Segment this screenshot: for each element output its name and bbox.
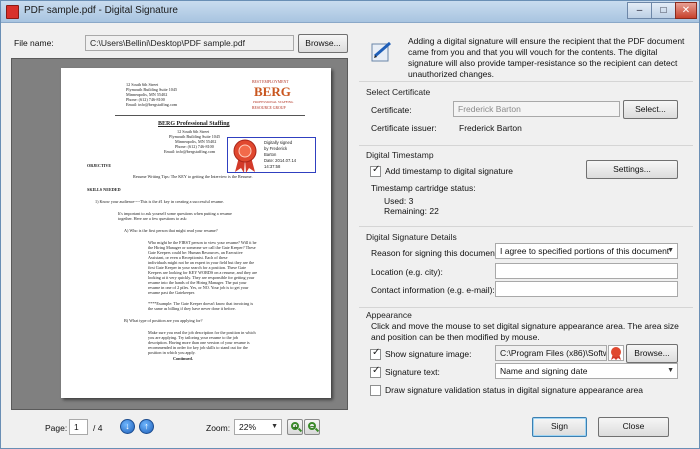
select-certificate-button[interactable]: Select... [623, 100, 678, 119]
page-total: / 4 [93, 423, 103, 433]
list-item: B) What type of position are you applyin… [124, 318, 203, 323]
divider [115, 115, 305, 116]
file-browse-button[interactable]: Browse... [298, 34, 348, 53]
digital-signature-window: PDF sample.pdf - Digital Signature – □ ✕… [0, 0, 700, 449]
draw-status-checkbox[interactable] [370, 385, 381, 396]
file-path-field[interactable]: C:\Users\Bellini\Desktop\PDF sample.pdf [85, 35, 294, 51]
signature-text-value: Name and signing date [500, 366, 588, 376]
example-line: the same as billing if they have never d… [148, 306, 236, 311]
objective-title: OBJECTIVE [87, 163, 112, 168]
draw-status-label: Draw signature validation status in digi… [385, 385, 643, 395]
location-label: Location (e.g. city): [371, 267, 443, 277]
maximize-button[interactable]: □ [651, 2, 676, 19]
sign-button[interactable]: Sign [532, 417, 587, 437]
certificate-field[interactable]: Frederick Barton [453, 101, 620, 117]
signature-text-select[interactable]: Name and signing date ▼ [495, 363, 678, 379]
minus-glyph: – [310, 422, 315, 431]
arrow-down-icon: ↓ [125, 421, 130, 431]
next-page-button[interactable]: ↓ [120, 419, 135, 434]
issuer-label: Certificate issuer: [371, 123, 437, 133]
paragraph-line: resume past the Gatekeeper. [148, 290, 195, 295]
close-window-button[interactable]: ✕ [675, 2, 697, 19]
paragraph-line: together. Here are a few questions to as… [118, 216, 188, 221]
list-item: A) Who is the first person that might re… [124, 228, 218, 233]
seal-image-thumbnail [608, 345, 624, 361]
heading-address-line: Email: info@bergstaffing.com [164, 149, 216, 154]
window-title: PDF sample.pdf - Digital Signature [24, 5, 178, 16]
certificate-label: Certificate: [371, 105, 412, 115]
contact-label: Contact information (e.g. e-mail): [371, 285, 495, 295]
document-preview[interactable]: 12 South 6th Street Plymouth Building Su… [11, 58, 348, 410]
zoom-handle [297, 427, 303, 433]
objective-text: Resume Writing Tips: The KEY to getting … [133, 174, 253, 179]
timestamp-used: Used: 3 [384, 196, 414, 206]
sig-line: Date: 2014.07.14 [264, 158, 297, 163]
timestamp-section-title: Digital Timestamp [366, 150, 434, 160]
arrow-up-icon: ↑ [144, 421, 149, 431]
timestamp-section-divider [359, 145, 693, 146]
signature-appearance-area[interactable]: Digitally signed by Frederick Barton Dat… [227, 137, 316, 173]
zoom-value: 22% [239, 422, 257, 432]
paragraph-line: position in which you apply. [148, 350, 196, 355]
close-button[interactable]: Close [598, 417, 669, 437]
sig-line: Digitally signed [264, 140, 293, 145]
signature-text-label: Signature text: [385, 367, 440, 377]
details-section-title: Digital Signature Details [366, 232, 457, 242]
cartridge-status-label: Timestamp cartridge status: [371, 183, 476, 193]
details-section-divider [359, 226, 693, 227]
image-path-field[interactable]: C:\Program Files (x86)\Software [495, 345, 607, 361]
sig-line: 14:37:58 [264, 164, 281, 169]
show-image-checkbox[interactable]: ✓ [370, 347, 381, 360]
appearance-section-title: Appearance [366, 310, 412, 320]
zoom-handle [314, 427, 320, 433]
preview-page[interactable]: 12 South 6th Street Plymouth Building Su… [61, 68, 331, 398]
zoom-select[interactable]: 22% ▼ [234, 419, 282, 435]
pen-signature-icon [371, 41, 391, 62]
issuer-value: Frederick Barton [459, 123, 522, 133]
chevron-down-icon: ▼ [667, 247, 674, 254]
add-timestamp-label: Add timestamp to digital signature [385, 166, 514, 176]
reason-select[interactable]: I agree to specified portions of this do… [495, 243, 678, 259]
list-item: 1) Know your audience----This is the #1 … [95, 199, 224, 204]
zoom-out-button[interactable]: – [304, 419, 320, 435]
file-name-label: File name: [14, 38, 54, 48]
pdf-app-icon [6, 5, 19, 19]
preview-heading: BERG Professional Staffing [158, 121, 230, 127]
location-input[interactable] [495, 263, 678, 279]
info-text: Adding a digital signature will ensure t… [408, 36, 685, 79]
zoom-in-button[interactable]: + [287, 419, 303, 435]
berg-logo: BEST EMPLOYMENT BERG PROFESSIONAL STAFFI… [252, 80, 294, 110]
chevron-down-icon: ▼ [271, 423, 278, 430]
minimize-button[interactable]: – [627, 2, 652, 19]
seal-ribbon-icon [611, 347, 621, 360]
certificate-section-divider [359, 81, 693, 82]
signature-text-checkbox[interactable]: ✓ [370, 365, 381, 378]
seal-ribbon-icon [233, 139, 257, 173]
page-label: Page: [45, 423, 68, 433]
reason-select-value: I agree to specified portions of this do… [500, 246, 670, 256]
timestamp-settings-button[interactable]: Settings... [586, 160, 678, 179]
image-browse-button[interactable]: Browse... [626, 344, 678, 363]
show-image-label: Show signature image: [385, 349, 472, 359]
chevron-down-icon: ▼ [667, 367, 674, 374]
plus-glyph: + [293, 423, 298, 432]
appearance-hint: Click and move the mouse to set digital … [371, 321, 679, 342]
certificate-section-title: Select Certificate [366, 87, 431, 97]
sig-line: Barton [264, 152, 277, 157]
reason-label: Reason for signing this document: [371, 248, 500, 258]
add-timestamp-checkbox[interactable]: ✓ [370, 164, 381, 177]
zoom-label: Zoom: [206, 423, 231, 433]
page-number-input[interactable]: 1 [69, 419, 88, 435]
timestamp-remaining: Remaining: 22 [384, 206, 439, 216]
skills-title: SKILLS NEEDED [87, 187, 121, 192]
address-line: Email: info@bergstaffing.com [126, 102, 178, 107]
sig-line: by Frederick [264, 146, 288, 151]
continued-text: Continued. [173, 356, 193, 361]
previous-page-button[interactable]: ↑ [139, 419, 154, 434]
title-bar: PDF sample.pdf - Digital Signature – □ ✕ [1, 1, 699, 23]
appearance-section-divider [359, 307, 693, 308]
contact-input[interactable] [495, 281, 678, 297]
